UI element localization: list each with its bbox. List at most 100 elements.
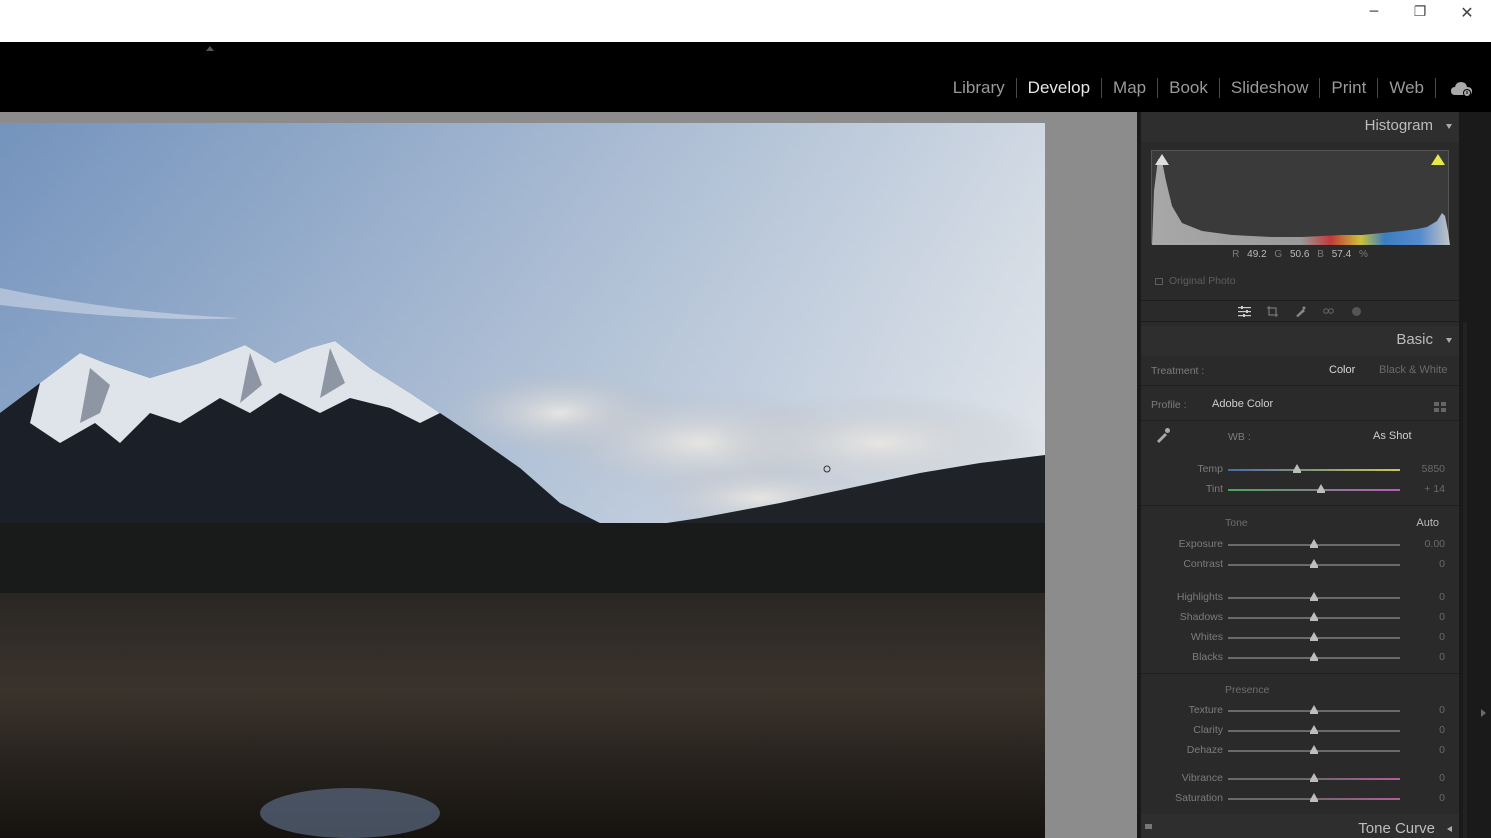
temp-slider-thumb[interactable] (1292, 464, 1301, 473)
module-web[interactable]: Web (1378, 77, 1435, 99)
treatment-label: Treatment : (1151, 365, 1205, 377)
photo-canvas[interactable] (0, 112, 1137, 838)
healing-brush-icon[interactable] (1293, 304, 1308, 318)
collapse-triangle-icon[interactable] (1446, 124, 1452, 129)
edit-sliders-icon[interactable] (1237, 304, 1252, 318)
b-value: 57.4 (1331, 249, 1352, 260)
g-label: G (1274, 249, 1283, 260)
highlights-slider-thumb[interactable] (1310, 592, 1318, 601)
module-develop[interactable]: Develop (1017, 77, 1101, 99)
dehaze-slider-thumb[interactable] (1310, 745, 1318, 754)
r-value: 49.2 (1247, 249, 1267, 260)
expand-triangle-icon[interactable] (1447, 826, 1452, 832)
module-print[interactable]: Print (1320, 77, 1377, 99)
highlight-clipping-icon[interactable] (1431, 154, 1445, 165)
treatment-bw-option[interactable]: Black & White (1379, 364, 1447, 376)
clarity-value[interactable]: 0 (1405, 724, 1445, 736)
basic-title: Basic (1396, 331, 1433, 348)
histogram-graph[interactable] (1151, 150, 1450, 245)
masking-icon[interactable] (1349, 304, 1364, 318)
wb-dropdown[interactable]: As Shot (1373, 430, 1412, 442)
presence-group-label: Presence (1225, 684, 1270, 696)
close-button[interactable]: ✕ (1444, 0, 1490, 24)
contrast-value[interactable]: 0 (1405, 558, 1445, 570)
saturation-label: Saturation (1175, 792, 1223, 804)
blacks-value[interactable]: 0 (1405, 651, 1445, 663)
temp-value[interactable]: 5850 (1405, 463, 1445, 475)
whites-value[interactable]: 0 (1405, 631, 1445, 643)
module-list: Library Develop Map Book Slideshow Print… (942, 76, 1436, 100)
tone-group-label: Tone (1225, 517, 1248, 529)
highlights-value[interactable]: 0 (1405, 591, 1445, 603)
auto-tone-button[interactable]: Auto (1416, 517, 1439, 529)
module-slideshow[interactable]: Slideshow (1220, 77, 1320, 99)
tint-slider-thumb[interactable] (1316, 484, 1325, 493)
divider (1141, 420, 1459, 421)
minimize-icon: ─ (1369, 4, 1379, 20)
dehaze-value[interactable]: 0 (1405, 744, 1445, 756)
module-library[interactable]: Library (942, 77, 1016, 99)
original-photo-toggle[interactable]: Original Photo (1155, 275, 1236, 287)
minimize-button[interactable]: ─ (1351, 0, 1397, 24)
panel-toggle-switch[interactable] (1145, 824, 1152, 829)
blacks-label: Blacks (1192, 651, 1223, 663)
divider (1141, 505, 1459, 506)
wb-eyedropper-icon[interactable] (1155, 427, 1171, 443)
tint-slider[interactable] (1228, 489, 1400, 491)
collapse-top-panel-icon[interactable] (206, 46, 214, 51)
shadow-clipping-icon[interactable] (1155, 154, 1169, 165)
clarity-slider-thumb[interactable] (1310, 725, 1318, 734)
window-titlebar: ─ ❐ ✕ (0, 0, 1491, 42)
profile-dropdown[interactable]: Adobe Color (1212, 398, 1273, 410)
saturation-slider-thumb[interactable] (1310, 793, 1318, 802)
profile-browser-icon[interactable] (1434, 398, 1447, 412)
maximize-button[interactable]: ❐ (1397, 0, 1443, 24)
original-photo-checkbox[interactable] (1155, 277, 1163, 285)
rgb-readout: R 49.2 G 50.6 B 57.4 % (1141, 249, 1459, 260)
basic-header[interactable]: Basic (1141, 326, 1459, 356)
saturation-value[interactable]: 0 (1405, 792, 1445, 804)
dehaze-label: Dehaze (1186, 744, 1223, 756)
texture-slider-thumb[interactable] (1310, 705, 1318, 714)
crop-icon[interactable] (1265, 304, 1280, 318)
module-separator (1435, 78, 1436, 98)
module-map[interactable]: Map (1102, 77, 1157, 99)
whites-label: Whites (1190, 631, 1223, 643)
vibrance-slider-thumb[interactable] (1310, 773, 1318, 782)
whites-slider-thumb[interactable] (1310, 632, 1318, 641)
percent-unit: % (1358, 249, 1368, 260)
shadows-label: Shadows (1179, 611, 1223, 623)
close-icon: ✕ (1460, 2, 1474, 22)
temp-slider[interactable] (1228, 469, 1400, 471)
shadows-slider-thumb[interactable] (1310, 612, 1318, 621)
highlights-label: Highlights (1176, 591, 1223, 603)
collapse-right-panel-icon[interactable] (1481, 709, 1486, 717)
g-value: 50.6 (1289, 249, 1310, 260)
tone-curve-title: Tone Curve (1358, 820, 1435, 837)
profile-label: Profile : (1151, 399, 1187, 411)
shadows-value[interactable]: 0 (1405, 611, 1445, 623)
cloud-sync-icon[interactable] (1450, 80, 1474, 98)
original-photo-label: Original Photo (1169, 275, 1236, 287)
tint-value[interactable]: + 14 (1405, 483, 1445, 495)
develop-panels: Histogram R 49.2 G 50.6 B 57.4 % Origina… (1141, 112, 1459, 838)
treatment-color-option[interactable]: Color (1329, 364, 1355, 376)
clarity-label: Clarity (1193, 724, 1223, 736)
red-eye-icon[interactable] (1321, 304, 1336, 318)
texture-value[interactable]: 0 (1405, 704, 1445, 716)
r-label: R (1232, 249, 1240, 260)
contrast-slider-thumb[interactable] (1310, 559, 1318, 568)
exposure-slider-thumb[interactable] (1310, 539, 1318, 548)
histogram-header[interactable]: Histogram (1141, 112, 1459, 142)
module-book[interactable]: Book (1158, 77, 1219, 99)
exposure-label: Exposure (1178, 538, 1223, 550)
landscape-photo[interactable] (0, 123, 1045, 838)
exposure-value[interactable]: 0.00 (1405, 538, 1445, 550)
tone-curve-header[interactable]: Tone Curve (1141, 814, 1459, 838)
panel-scrollbar[interactable] (1463, 322, 1467, 838)
contrast-label: Contrast (1183, 558, 1223, 570)
collapse-triangle-icon[interactable] (1446, 338, 1452, 343)
vibrance-value[interactable]: 0 (1405, 772, 1445, 784)
blacks-slider-thumb[interactable] (1310, 652, 1318, 661)
temp-label: Temp (1197, 463, 1223, 475)
